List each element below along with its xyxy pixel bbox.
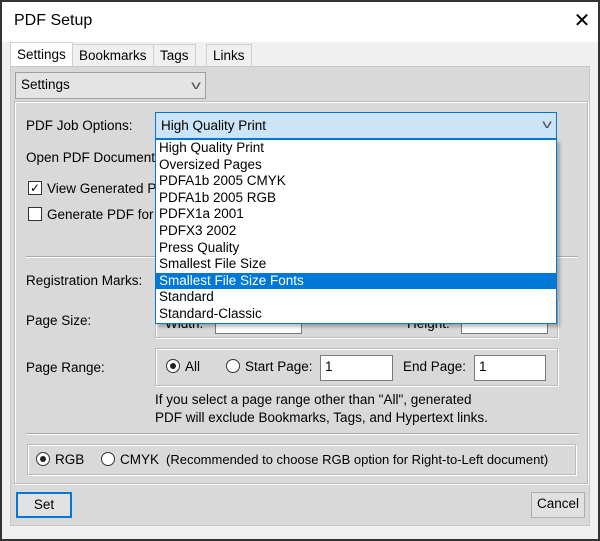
section-select[interactable]: Settings v [15,72,206,99]
page-range-label: Page Range: [26,360,105,375]
dropdown-option[interactable]: Press Quality [156,240,556,257]
rgb-radio[interactable] [36,452,50,466]
divider [26,433,578,435]
dropdown-option[interactable]: PDFA1b 2005 RGB [156,190,556,207]
all-pages-radio[interactable] [166,359,180,373]
pdf-setup-dialog: PDF Setup ✕ Settings Bookmarks Tags Link… [0,0,600,541]
chevron-down-icon: v [191,78,201,92]
tab-tags[interactable]: Tags [153,44,196,66]
cmyk-radio[interactable] [101,452,115,466]
job-options-label: PDF Job Options: [26,118,133,133]
generate-pdf-label: Generate PDF for [47,207,154,222]
page-range-note-line1: If you select a page range other than "A… [155,392,472,407]
dropdown-option[interactable]: Oversized Pages [156,157,556,174]
start-page-label: Start Page: [245,359,313,374]
tab-settings[interactable]: Settings [10,42,73,67]
dropdown-option[interactable]: PDFA1b 2005 CMYK [156,173,556,190]
dropdown-option-highlighted[interactable]: Smallest File Size Fonts [156,272,556,290]
dropdown-option[interactable]: PDFX1a 2001 [156,206,556,223]
generate-pdf-checkbox[interactable] [28,207,42,221]
color-mode-note: (Recommended to choose RGB option for Ri… [166,452,549,467]
view-generated-label: View Generated P [47,181,157,196]
dropdown-option[interactable]: Standard-Classic [156,306,556,323]
registration-marks-label: Registration Marks: [26,273,143,288]
close-icon[interactable]: ✕ [570,8,594,34]
chevron-down-icon: v [542,117,552,131]
dropdown-option[interactable]: PDFX3 2002 [156,223,556,240]
set-button[interactable]: Set [16,492,72,518]
job-options-value: High Quality Print [161,118,267,133]
end-page-input[interactable]: 1 [474,355,546,381]
title-bar: PDF Setup ✕ [2,2,598,42]
dropdown-option[interactable]: Standard [156,289,556,306]
end-page-label: End Page: [403,359,467,374]
open-pdf-label: Open PDF Document [26,150,156,165]
section-select-value: Settings [21,77,70,92]
start-page-input[interactable]: 1 [320,355,393,381]
start-page-radio[interactable] [226,359,240,373]
dropdown-option[interactable]: High Quality Print [156,140,556,157]
cancel-button[interactable]: Cancel [531,492,585,518]
all-pages-label: All [185,359,201,374]
page-size-label: Page Size: [26,313,92,328]
cmyk-label: CMYK [120,452,160,467]
job-options-select[interactable]: High Quality Print v [155,112,557,139]
page-range-note-line2: PDF will exclude Bookmarks, Tags, and Hy… [155,410,488,425]
dropdown-option[interactable]: Smallest File Size [156,256,556,273]
view-generated-checkbox[interactable]: ✓ [28,181,42,195]
tab-links[interactable]: Links [206,44,252,66]
tab-bookmarks[interactable]: Bookmarks [72,44,154,66]
job-options-dropdown: High Quality Print Oversized Pages PDFA1… [155,139,557,324]
rgb-label: RGB [55,452,85,467]
window-title: PDF Setup [14,12,93,29]
